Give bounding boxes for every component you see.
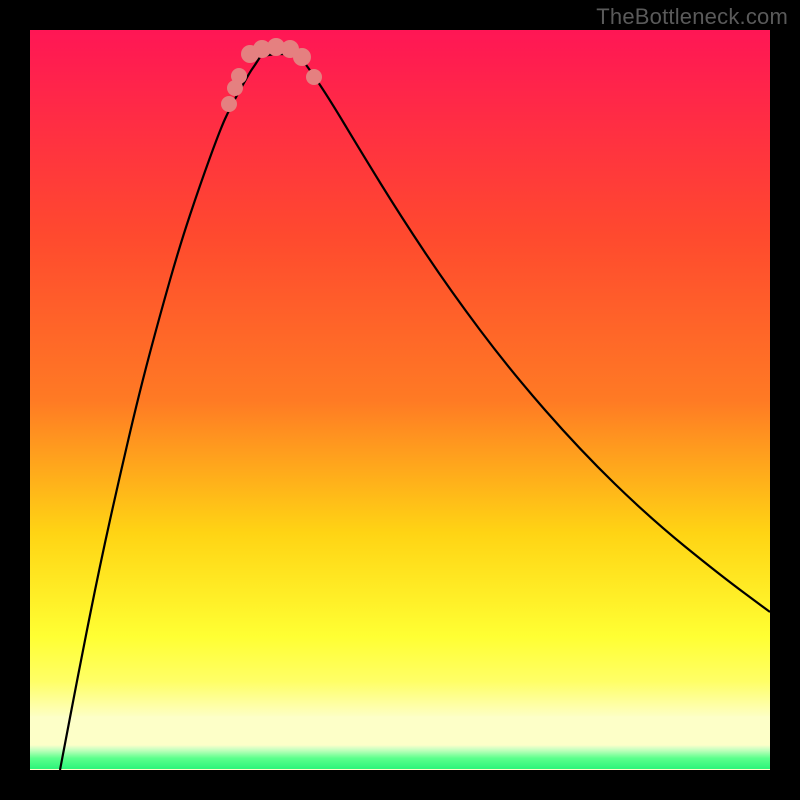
data-dot: [231, 68, 247, 84]
chart-frame: TheBottleneck.com: [0, 0, 800, 800]
cream-band: [30, 716, 770, 746]
green-band: [30, 745, 770, 769]
watermark-text: TheBottleneck.com: [596, 4, 788, 30]
data-dot: [306, 69, 322, 85]
data-dot: [293, 48, 311, 66]
gradient-background: [30, 30, 770, 770]
data-dot: [221, 96, 237, 112]
plot-area: [30, 30, 770, 770]
chart-svg: [30, 30, 770, 770]
